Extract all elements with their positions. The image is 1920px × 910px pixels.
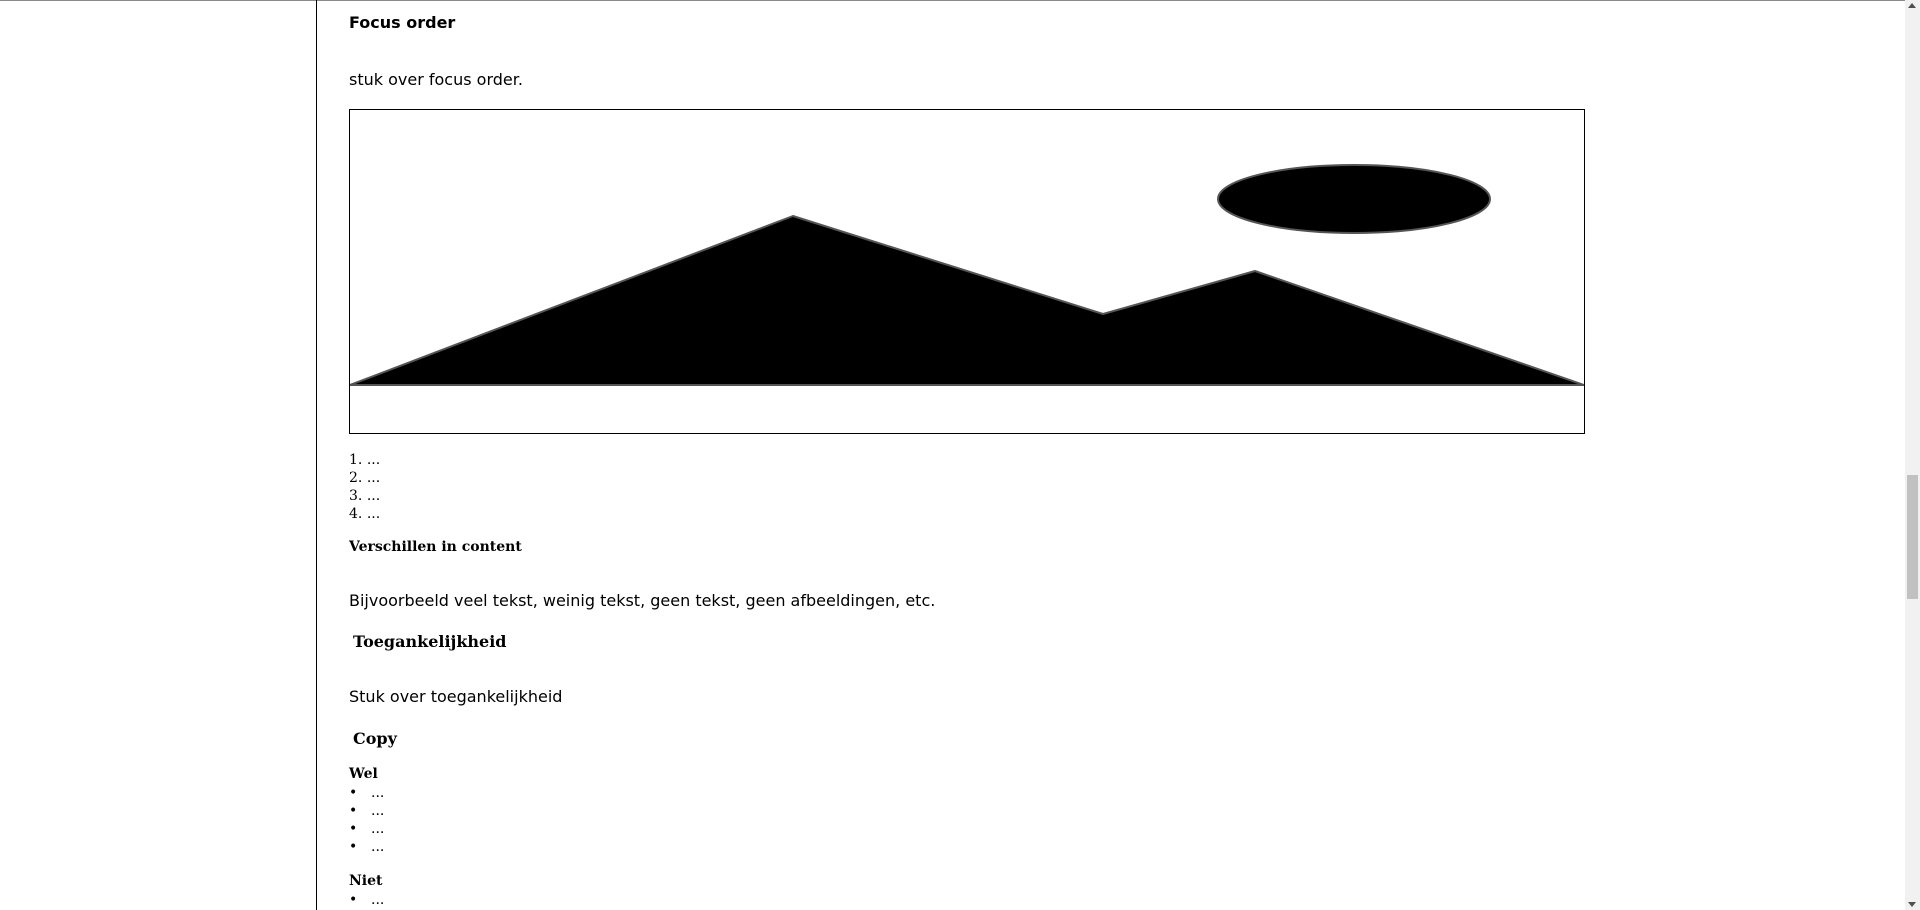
copy-heading: Copy bbox=[353, 729, 397, 748]
top-border bbox=[0, 0, 1905, 1]
focus-order-heading: Focus order bbox=[349, 13, 456, 32]
list-item: 4. ... bbox=[349, 506, 381, 522]
list-item: ... bbox=[349, 820, 384, 838]
content-variations-text: Bijvoorbeeld veel tekst, weinig tekst, g… bbox=[349, 591, 936, 610]
list-item: ... bbox=[349, 784, 384, 802]
accessibility-heading: Toegankelijkheid bbox=[353, 632, 507, 651]
accessibility-text: Stuk over toegankelijkheid bbox=[349, 687, 563, 706]
list-item: ... bbox=[349, 802, 384, 820]
focus-order-text: stuk over focus order. bbox=[349, 70, 523, 89]
copy-dont-heading: Niet bbox=[349, 873, 383, 889]
list-item: ... bbox=[349, 891, 384, 909]
landscape-placeholder-icon bbox=[350, 164, 1584, 386]
list-item: 2. ... bbox=[349, 470, 381, 486]
copy-dont-list: ... bbox=[349, 891, 384, 909]
placeholder-image bbox=[349, 109, 1585, 434]
scroll-down-arrow-icon[interactable] bbox=[1908, 902, 1916, 907]
vertical-scrollbar[interactable] bbox=[1905, 0, 1920, 910]
content-variations-heading: Verschillen in content bbox=[349, 539, 522, 555]
sidebar-divider bbox=[316, 0, 317, 910]
focus-order-list: 1. ... 2. ... 3. ... 4. ... bbox=[349, 451, 380, 523]
list-item: 1. ... bbox=[349, 452, 381, 468]
list-item: ... bbox=[349, 838, 384, 856]
copy-do-heading: Wel bbox=[349, 766, 378, 782]
scroll-up-arrow-icon[interactable] bbox=[1908, 3, 1916, 8]
copy-do-list: ... ... ... ... bbox=[349, 784, 384, 856]
scrollbar-thumb[interactable] bbox=[1907, 475, 1918, 599]
list-item: 3. ... bbox=[349, 488, 381, 504]
